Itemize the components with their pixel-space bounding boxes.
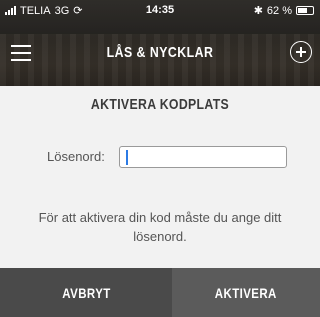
password-label: Lösenord: — [47, 149, 105, 164]
password-input[interactable] — [119, 146, 287, 168]
bluetooth-icon: ✱ — [253, 5, 263, 17]
plus-circle-icon[interactable] — [290, 41, 312, 63]
cancel-button-label: AVBRYT — [61, 284, 111, 301]
page-title: LÅS & NYCKLAR — [106, 44, 214, 61]
hamburger-menu-icon[interactable] — [4, 38, 40, 68]
action-bar: AVBRYT AKTIVERA — [0, 268, 320, 317]
text-cursor — [126, 150, 128, 165]
status-bar: TELIA 3G ⟳ 14:35 ✱ 62 % — [0, 0, 320, 20]
dialog-description: För att aktivera din kod måste du ange d… — [38, 210, 282, 244]
activate-button[interactable]: AKTIVERA — [172, 268, 320, 317]
battery-icon — [296, 6, 314, 15]
cancel-button[interactable]: AVBRYT — [0, 268, 172, 317]
battery-percent: 62 % — [266, 4, 292, 17]
header-banner: TELIA 3G ⟳ 14:35 ✱ 62 % LÅS & NYCKLAR — [0, 0, 320, 86]
dialog-heading: AKTIVERA KODPLATS — [90, 96, 230, 113]
activate-button-label: AKTIVERA — [215, 284, 277, 301]
navigation-bar: LÅS & NYCKLAR — [0, 30, 320, 76]
activate-code-dialog: AKTIVERA KODPLATS Lösenord: För att akti… — [0, 86, 320, 268]
